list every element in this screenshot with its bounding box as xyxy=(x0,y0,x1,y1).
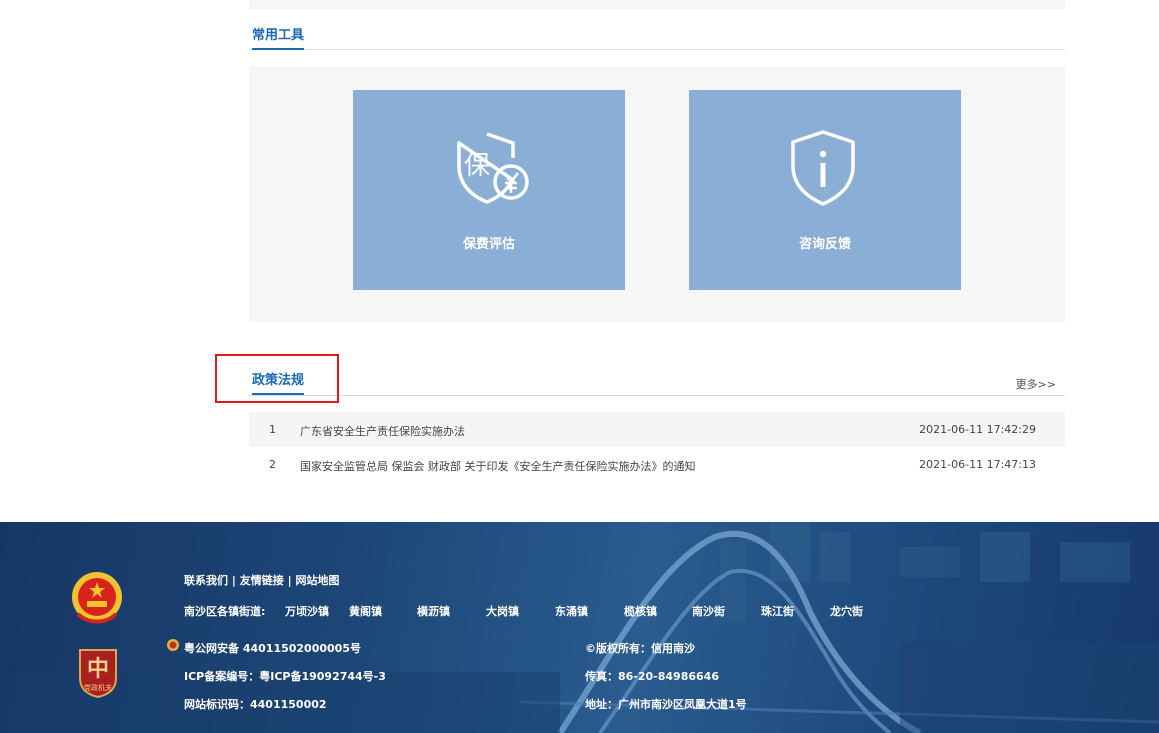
town-link[interactable]: 南沙街 xyxy=(692,603,725,619)
previous-section-bottom xyxy=(249,0,1065,9)
town-link[interactable]: 珠江街 xyxy=(761,603,794,619)
town-link[interactable]: 龙穴街 xyxy=(830,603,863,619)
row-number: 2 xyxy=(269,458,276,471)
svg-text:党政机关: 党政机关 xyxy=(84,683,112,692)
row-date: 2021-06-11 17:47:13 xyxy=(919,458,1036,471)
svg-text:保: 保 xyxy=(464,151,490,181)
police-record-number[interactable]: 粤公网安备 44011502000005号 xyxy=(184,640,361,656)
row-number: 1 xyxy=(269,423,276,436)
tools-section-header: 常用工具 xyxy=(249,22,1065,50)
sitemap-link[interactable]: 网站地图 xyxy=(295,574,339,587)
more-link[interactable]: 更多>> xyxy=(1016,376,1056,392)
tools-panel: 保 保费评估 咨询反馈 xyxy=(249,66,1065,322)
address-text: 地址：广州市南沙区凤凰大道1号 xyxy=(585,698,747,711)
premium-assessment-label: 保费评估 xyxy=(462,237,515,252)
separator: | xyxy=(287,574,292,587)
footer-background-image xyxy=(0,522,1159,733)
footer-links: 联系我们 | 友情链接 | 网站地图 xyxy=(184,572,339,588)
policy-section-title[interactable]: 政策法规 xyxy=(252,369,305,395)
friend-links-link[interactable]: 友情链接 xyxy=(240,574,284,587)
policy-section-header: 政策法规 更多>> xyxy=(249,363,1065,396)
contact-link[interactable]: 联系我们 xyxy=(184,574,228,587)
town-link[interactable]: 万顷沙镇 xyxy=(285,603,329,619)
national-emblem-logo xyxy=(72,572,122,624)
icp-record-number[interactable]: ICP备案编号：粤ICP备19092744号-3 xyxy=(184,668,386,684)
row-date: 2021-06-11 17:42:29 xyxy=(919,423,1036,436)
shield-yen-icon: 保 xyxy=(457,132,529,204)
fax-number: 传真：86-20-84986646 xyxy=(585,670,719,683)
footer: 中 党政机关 联系我们 | 友情链接 | 网站地图 南沙区各镇街道: 万顷沙镇 … xyxy=(0,522,1159,733)
town-link[interactable]: 黄阁镇 xyxy=(349,603,382,619)
table-row[interactable]: 2 国家安全监管总局 保监会 财政部 关于印发《安全生产责任保险实施办法》的通知… xyxy=(249,447,1065,482)
shield-info-icon xyxy=(791,130,855,206)
police-badge-icon xyxy=(167,639,179,651)
premium-assessment-card[interactable]: 保 保费评估 xyxy=(353,90,625,290)
site-identifier-code: 网站标识码：4401150002 xyxy=(184,698,327,711)
table-row[interactable]: 1 广东省安全生产责任保险实施办法 2021-06-11 17:42:29 xyxy=(249,412,1065,447)
consult-feedback-label: 咨询反馈 xyxy=(798,237,851,252)
row-title[interactable]: 广东省安全生产责任保险实施办法 xyxy=(300,423,465,439)
svg-text:中: 中 xyxy=(87,656,109,682)
towns-label: 南沙区各镇街道: xyxy=(184,605,266,618)
consult-feedback-card[interactable]: 咨询反馈 xyxy=(689,90,961,290)
town-link[interactable]: 大岗镇 xyxy=(486,603,519,619)
separator: | xyxy=(231,574,236,587)
copyright-text: ©版权所有：信用南沙 xyxy=(585,642,695,655)
tools-section-title: 常用工具 xyxy=(252,24,305,50)
row-title[interactable]: 国家安全监管总局 保监会 财政部 关于印发《安全生产责任保险实施办法》的通知 xyxy=(300,458,696,474)
town-link[interactable]: 东涌镇 xyxy=(555,603,588,619)
town-link[interactable]: 榄核镇 xyxy=(624,603,657,619)
government-agency-badge: 中 党政机关 xyxy=(79,649,117,698)
town-link[interactable]: 横沥镇 xyxy=(417,603,450,619)
